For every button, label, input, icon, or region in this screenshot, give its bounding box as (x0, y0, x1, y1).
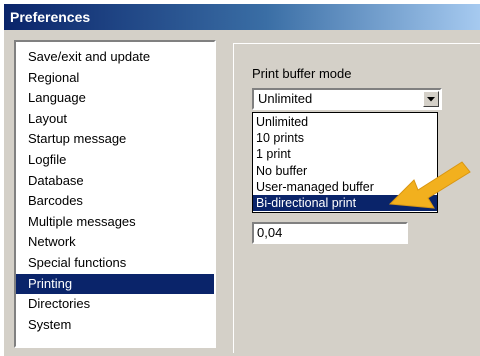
category-item[interactable]: Barcodes (16, 191, 214, 212)
print-buffer-mode-label: Print buffer mode (252, 66, 352, 81)
category-item[interactable]: Multiple messages (16, 212, 214, 233)
category-item[interactable]: Layout (16, 109, 214, 130)
print-buffer-mode-value: Unlimited (258, 91, 313, 106)
category-item[interactable]: Network (16, 232, 214, 253)
category-item[interactable]: Startup message (16, 129, 214, 150)
chevron-down-icon (427, 97, 435, 102)
category-item[interactable]: System (16, 315, 214, 336)
category-item[interactable]: Save/exit and update (16, 47, 214, 68)
category-item[interactable]: Logfile (16, 150, 214, 171)
dropdown-button[interactable] (423, 91, 439, 107)
category-item[interactable]: Special functions (16, 253, 214, 274)
category-item[interactable]: Regional (16, 68, 214, 89)
numeric-field[interactable]: 0,04 (252, 222, 408, 244)
window-title: Preferences (10, 9, 91, 25)
category-item[interactable]: Directories (16, 294, 214, 315)
dropdown-option[interactable]: 10 prints (253, 130, 437, 146)
print-buffer-mode-select[interactable]: Unlimited (252, 88, 442, 110)
category-list[interactable]: Save/exit and update Regional Language Layo… (14, 40, 216, 348)
dropdown-option[interactable]: Unlimited (253, 114, 437, 130)
category-item[interactable]: Database (16, 171, 214, 192)
arrow-pointer-icon (388, 161, 471, 209)
category-item[interactable]: Printing (16, 273, 214, 295)
callout-arrow-shape (388, 161, 471, 209)
category-item[interactable]: Language (16, 88, 214, 109)
title-bar[interactable]: Preferences (4, 4, 480, 30)
